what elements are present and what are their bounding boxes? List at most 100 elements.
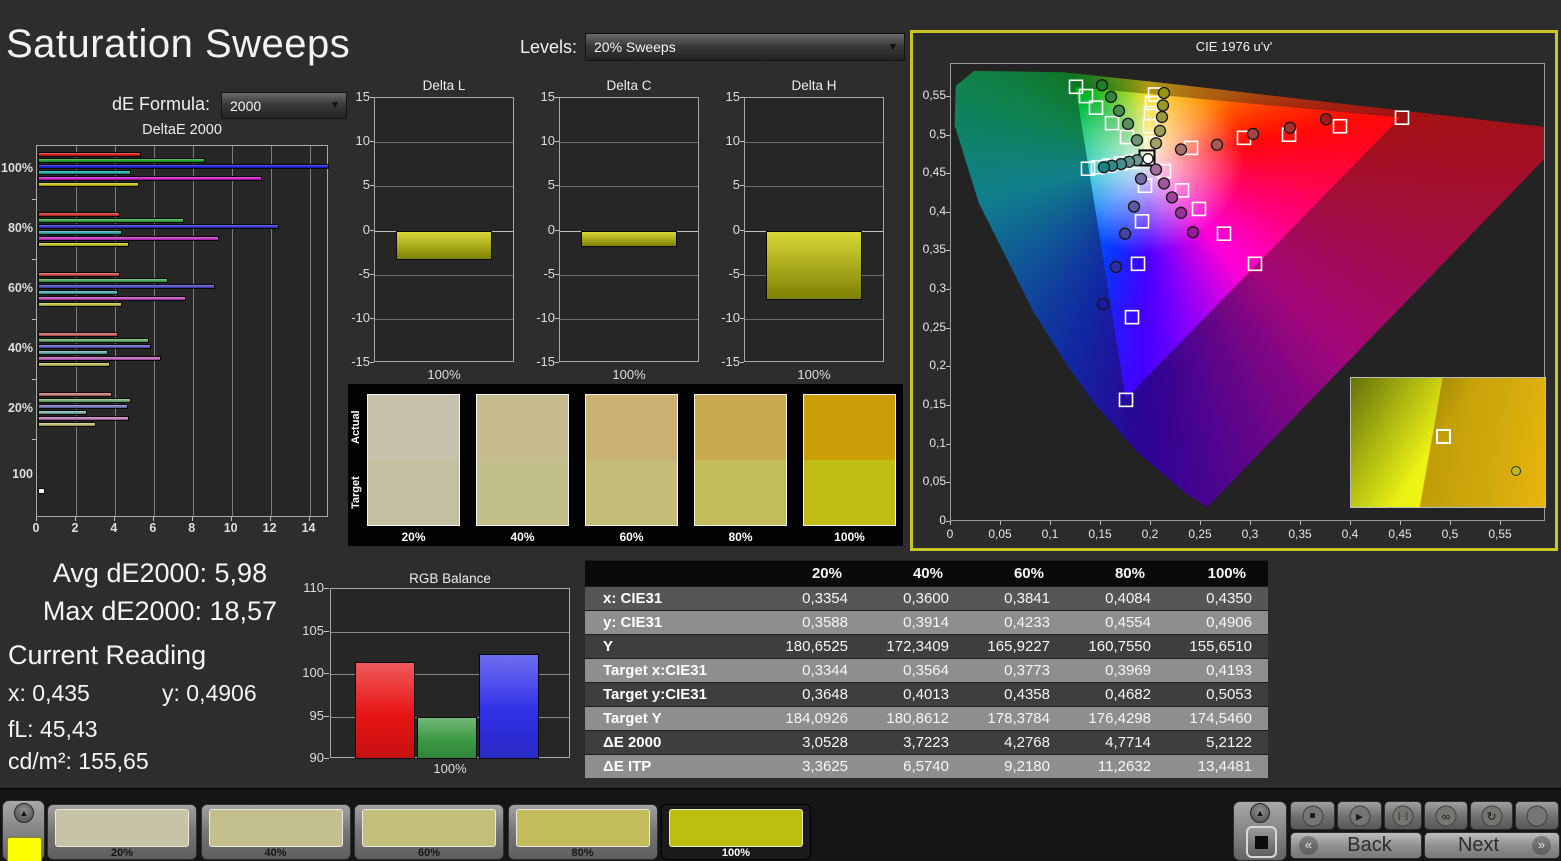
delta-h-chart: Delta H 15 10 5 0 -5 -10 -15 100%: [712, 78, 892, 383]
back-button[interactable]: « Back: [1290, 832, 1422, 859]
level-button-80%[interactable]: 80%: [507, 804, 658, 860]
table-row: ΔE 2000 3,0528 3,7223 4,2768 4,7714 5,2122: [585, 730, 1268, 754]
pattern-panel: ▲: [1233, 801, 1287, 861]
bar-blue: [38, 284, 216, 289]
pattern-window-button[interactable]: [1246, 826, 1277, 858]
avg-de2000: Avg dE2000: 5,98: [52, 558, 268, 588]
level-button-60%[interactable]: 60%: [354, 804, 504, 860]
x-tick-label: 0,35: [1288, 527, 1312, 541]
row-label: y: CIE31: [603, 614, 663, 631]
de-formula-dropdown[interactable]: 2000 ▼: [221, 92, 347, 119]
table-cell: 11,2632: [1097, 758, 1151, 775]
x-tick: [1300, 521, 1301, 525]
max-de2000: Max dE2000: 18,57: [42, 596, 278, 626]
bar-magenta: [38, 416, 130, 421]
level-swatch: [362, 809, 496, 847]
measured-point: [1104, 90, 1118, 104]
record-button[interactable]: [1515, 801, 1559, 830]
x-tick-label: 0,05: [988, 527, 1012, 541]
table-cell: 3,0528: [802, 734, 848, 751]
gridline: [231, 146, 233, 516]
y-tick-label: 110: [303, 580, 324, 595]
bar-blue: [38, 344, 151, 349]
x-tick-label: 0,15: [1088, 527, 1112, 541]
gridline: [309, 146, 311, 516]
x-tick-label: 0,2: [1141, 527, 1159, 541]
y-tick: [324, 758, 329, 759]
level-button-100%[interactable]: 100%: [661, 804, 811, 860]
reading-cdm2: cd/m²: 155,65: [8, 748, 149, 774]
row-label: Y: [603, 638, 614, 655]
next-button[interactable]: Next »: [1424, 832, 1560, 859]
bar-green: [38, 158, 206, 163]
play-button[interactable]: ▶: [1337, 801, 1382, 830]
gridline: [331, 631, 569, 633]
y-tick-label: -10: [721, 309, 740, 325]
y-tick: [946, 211, 950, 213]
actual-swatch: [804, 395, 895, 460]
levels-label: Levels:: [520, 37, 578, 57]
collapse-arrow-button[interactable]: ▲: [14, 803, 34, 823]
y-tick-label: 15: [355, 89, 370, 104]
measured-point: [1142, 153, 1154, 165]
table-cell: 0,4013: [903, 686, 949, 703]
x-tick-label: 0,55: [1488, 527, 1512, 541]
y-tick-label: 0,3: [929, 281, 946, 296]
reading-x: x: 0,435: [8, 680, 90, 706]
deltae2000-chart: DeltaE 2000 0 2 4 6 8 10 12 14 100% 80% 60% 40% 20% 10…: [0, 122, 340, 546]
y-tick: [324, 630, 329, 632]
bottom-toolbar: ▲ 20% 40% 60% 80% 100% ▲ ■ ▶ [··] ∞ ↻ « Back Next »: [0, 788, 1561, 861]
back-chevron-icon: «: [1299, 836, 1318, 855]
bar-yellow: [38, 422, 97, 427]
y-tick-label: -15: [536, 353, 555, 369]
measured-point: [1246, 127, 1260, 141]
bar-blue: [38, 164, 329, 169]
y-tick-label: 105: [302, 622, 324, 638]
gridline: [114, 146, 116, 516]
patch-level-label: 60%: [619, 530, 644, 544]
gridline: [560, 318, 698, 320]
y-tick: [740, 273, 744, 275]
y-tick: [740, 317, 744, 319]
row-label: Target x:CIE31: [603, 662, 707, 679]
table-row: x: CIE31 0,3354 0,3600 0,3841 0,4084 0,4350: [585, 586, 1268, 610]
bar-green: [38, 398, 132, 403]
measured-point: [1097, 161, 1111, 174]
stop-button[interactable]: ■: [1290, 801, 1335, 830]
x-tick: [1200, 521, 1201, 525]
y-tick-label: 5: [732, 177, 740, 193]
levels-value: 20% Sweeps: [594, 39, 676, 55]
x-tick: [1350, 521, 1351, 525]
y-tick-label: 0,55: [922, 87, 946, 102]
target-square: [1191, 201, 1207, 217]
x-tick-label: 6: [149, 521, 157, 535]
measured-point: [1118, 227, 1132, 240]
y-tick-label: 0: [547, 221, 555, 237]
patch-level-label: 80%: [728, 530, 753, 544]
x-tick: [1050, 521, 1051, 525]
cie-1976-chart-panel: CIE 1976 u'v' 0 0 0,05 0,05 0,1 0,1 0,15 0,15 0,…: [910, 30, 1558, 551]
measured-point: [1149, 137, 1163, 150]
bar-red: [38, 332, 118, 337]
row-label: Target y:CIE31: [603, 686, 707, 703]
interval-button[interactable]: [··]: [1384, 801, 1422, 830]
levels-dropdown[interactable]: 20% Sweeps ▼: [585, 33, 905, 61]
collapse-arrow-button[interactable]: ▲: [1250, 803, 1270, 823]
target-square: [1130, 256, 1146, 272]
delta-c-chart: Delta C 15 10 5 0 -5 -10 -15 100%: [527, 78, 707, 383]
y-tick-label: -10: [351, 309, 370, 325]
level-button-40%[interactable]: 40%: [200, 804, 351, 860]
measured-point: [1149, 163, 1163, 176]
y-tick-label: -15: [351, 353, 370, 369]
reading-fl: fL: 45,43: [8, 716, 98, 742]
level-button-label: 60%: [417, 847, 441, 859]
measured-point: [1134, 172, 1148, 185]
table-cell: 0,3841: [1004, 590, 1050, 607]
table-row: Target y:CIE31 0,3648 0,4013 0,4358 0,4682 0,…: [585, 682, 1268, 706]
table-cell: 0,3564: [903, 662, 949, 679]
level-button-20%[interactable]: 20%: [47, 804, 197, 860]
loop-button[interactable]: ∞: [1424, 801, 1468, 830]
deltae-plot: [36, 145, 329, 517]
refresh-button[interactable]: ↻: [1470, 801, 1513, 830]
y-tick: [370, 185, 374, 187]
